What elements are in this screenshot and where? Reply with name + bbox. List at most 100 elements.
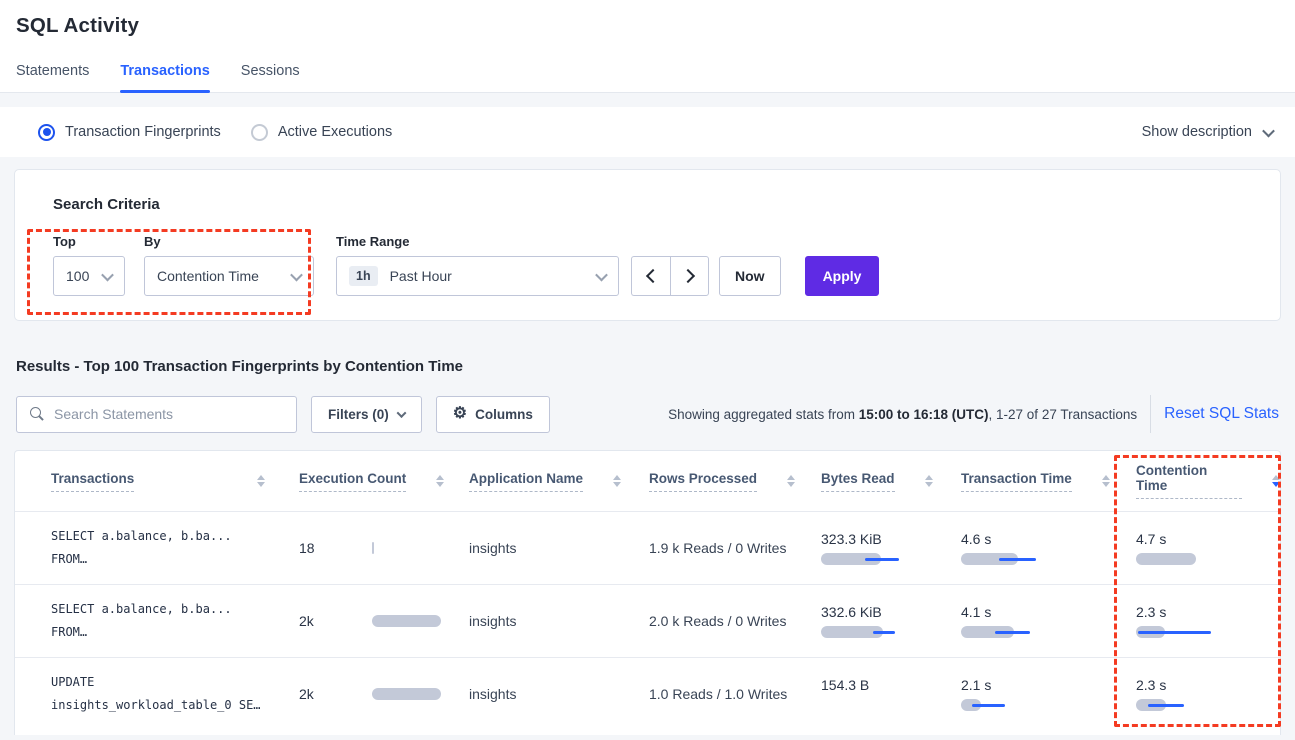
sort-icon [613, 475, 621, 487]
time-range-select[interactable]: 1h Past Hour [336, 256, 619, 296]
execution-count-cell: 2k [285, 686, 455, 702]
chevron-right-icon [680, 269, 694, 283]
execution-count-cell: 2k [285, 613, 455, 629]
show-description-toggle[interactable]: Show description [1142, 124, 1273, 140]
radio-label: Active Executions [278, 124, 392, 140]
transaction-fingerprint-link[interactable]: SELECT a.balance, b.ba... FROM… [15, 525, 285, 571]
bytes-read-bar [821, 699, 907, 711]
column-header-transactions[interactable]: Transactions [15, 471, 285, 492]
column-header-execution-count[interactable]: Execution Count [285, 471, 455, 492]
column-header-bytes-read[interactable]: Bytes Read [807, 471, 947, 492]
column-header-rows-processed[interactable]: Rows Processed [635, 471, 807, 492]
table-row: UPDATE insights_workload_table_0 SE… 2k … [15, 657, 1280, 730]
radio-unselected-icon [251, 124, 268, 141]
aggregated-stats-text: Showing aggregated stats from 15:00 to 1… [668, 407, 1137, 422]
contention-time-cell: 4.7 s [1122, 531, 1280, 565]
results-toolbar: Filters (0) Columns Showing aggregated s… [16, 395, 1279, 433]
search-statements-box [16, 396, 297, 433]
transaction-time-cell: 4.6 s [947, 531, 1122, 565]
tab-bar: Statements Transactions Sessions [16, 63, 1295, 92]
execution-count-bar [372, 688, 455, 700]
radio-selected-icon [38, 124, 55, 141]
transaction-fingerprint-link[interactable]: UPDATE insights_workload_table_0 SE… [15, 671, 285, 717]
next-time-range-button[interactable] [670, 256, 709, 296]
sort-icon [436, 475, 444, 487]
bytes-read-bar [821, 626, 907, 638]
top-field: Top 100 [53, 234, 144, 296]
tab-sessions[interactable]: Sessions [241, 63, 300, 92]
tab-statements[interactable]: Statements [16, 63, 89, 92]
table-header-row: Transactions Execution Count Application… [15, 451, 1280, 511]
radio-active-executions[interactable]: Active Executions [251, 124, 392, 141]
time-range-field: Time Range 1h Past Hour [336, 234, 631, 296]
top-select-value: 100 [66, 268, 89, 284]
bytes-read-cell: 323.3 KiB [807, 531, 947, 565]
time-range-badge: 1h [349, 266, 378, 286]
reset-sql-stats-link[interactable]: Reset SQL Stats [1164, 405, 1279, 423]
columns-button[interactable]: Columns [436, 396, 550, 433]
sort-desc-icon [1272, 475, 1280, 487]
bytes-read-bar [821, 553, 907, 565]
application-name-cell: insights [455, 686, 635, 702]
sort-icon [1102, 475, 1110, 487]
vertical-divider [1150, 395, 1151, 433]
tab-transactions[interactable]: Transactions [120, 63, 209, 92]
transaction-time-bar [961, 699, 1047, 711]
execution-count-bar [372, 615, 455, 627]
top-label: Top [53, 234, 144, 249]
column-header-application-name[interactable]: Application Name [455, 471, 635, 492]
contention-time-cell: 2.3 s [1122, 677, 1280, 711]
column-header-transaction-time[interactable]: Transaction Time [947, 471, 1122, 492]
search-criteria-heading: Search Criteria [53, 196, 1280, 213]
gear-icon [453, 406, 475, 422]
radio-label: Transaction Fingerprints [65, 124, 221, 140]
time-range-label: Time Range [336, 234, 631, 249]
search-criteria-card: Search Criteria Top 100 By Contention Ti… [14, 169, 1281, 321]
by-label: By [144, 234, 336, 249]
contention-time-cell: 2.3 s [1122, 604, 1280, 638]
bytes-read-cell: 332.6 KiB [807, 604, 947, 638]
filters-button[interactable]: Filters (0) [311, 396, 422, 433]
transactions-table: Transactions Execution Count Application… [14, 450, 1281, 735]
execution-count-bar [372, 542, 455, 554]
column-header-contention-time[interactable]: Contention Time [1122, 463, 1280, 499]
page-header: SQL Activity Statements Transactions Ses… [0, 0, 1295, 93]
contention-time-bar [1136, 553, 1222, 565]
chevron-down-icon [595, 268, 608, 281]
by-field: By Contention Time [144, 234, 336, 296]
chevron-down-icon [396, 408, 406, 418]
chevron-down-icon [101, 268, 114, 281]
chevron-left-icon [646, 269, 660, 283]
stats-time-range: 15:00 to 16:18 (UTC) [859, 407, 989, 422]
by-select-value: Contention Time [157, 268, 259, 284]
now-button[interactable]: Now [719, 256, 781, 296]
radio-transaction-fingerprints[interactable]: Transaction Fingerprints [38, 124, 221, 141]
show-description-label: Show description [1142, 124, 1252, 140]
search-statements-input[interactable] [54, 406, 286, 422]
previous-time-range-button[interactable] [631, 256, 670, 296]
rows-processed-cell: 1.0 Reads / 1.0 Writes [635, 686, 807, 702]
transaction-time-cell: 4.1 s [947, 604, 1122, 638]
sort-icon [925, 475, 933, 487]
time-range-value: Past Hour [390, 268, 452, 284]
top-select[interactable]: 100 [53, 256, 125, 296]
application-name-cell: insights [455, 613, 635, 629]
view-toggle-bar: Transaction Fingerprints Active Executio… [0, 107, 1295, 157]
page-title: SQL Activity [16, 14, 1295, 38]
sort-icon [787, 475, 795, 487]
transaction-time-cell: 2.1 s [947, 677, 1122, 711]
transaction-fingerprint-link[interactable]: SELECT a.balance, b.ba... FROM… [15, 598, 285, 644]
columns-label: Columns [475, 407, 533, 422]
time-range-pager [631, 256, 709, 296]
apply-button[interactable]: Apply [805, 256, 880, 296]
execution-count-cell: 18 [285, 540, 455, 556]
transaction-time-bar [961, 553, 1047, 565]
table-row: SELECT a.balance, b.ba... FROM… 18 insig… [15, 511, 1280, 584]
contention-time-bar [1136, 699, 1222, 711]
bytes-read-cell: 154.3 B [807, 677, 947, 711]
contention-time-bar [1136, 626, 1222, 638]
results-heading: Results - Top 100 Transaction Fingerprin… [16, 358, 1279, 375]
by-select[interactable]: Contention Time [144, 256, 314, 296]
filters-label: Filters (0) [328, 407, 389, 422]
search-icon [29, 406, 45, 422]
